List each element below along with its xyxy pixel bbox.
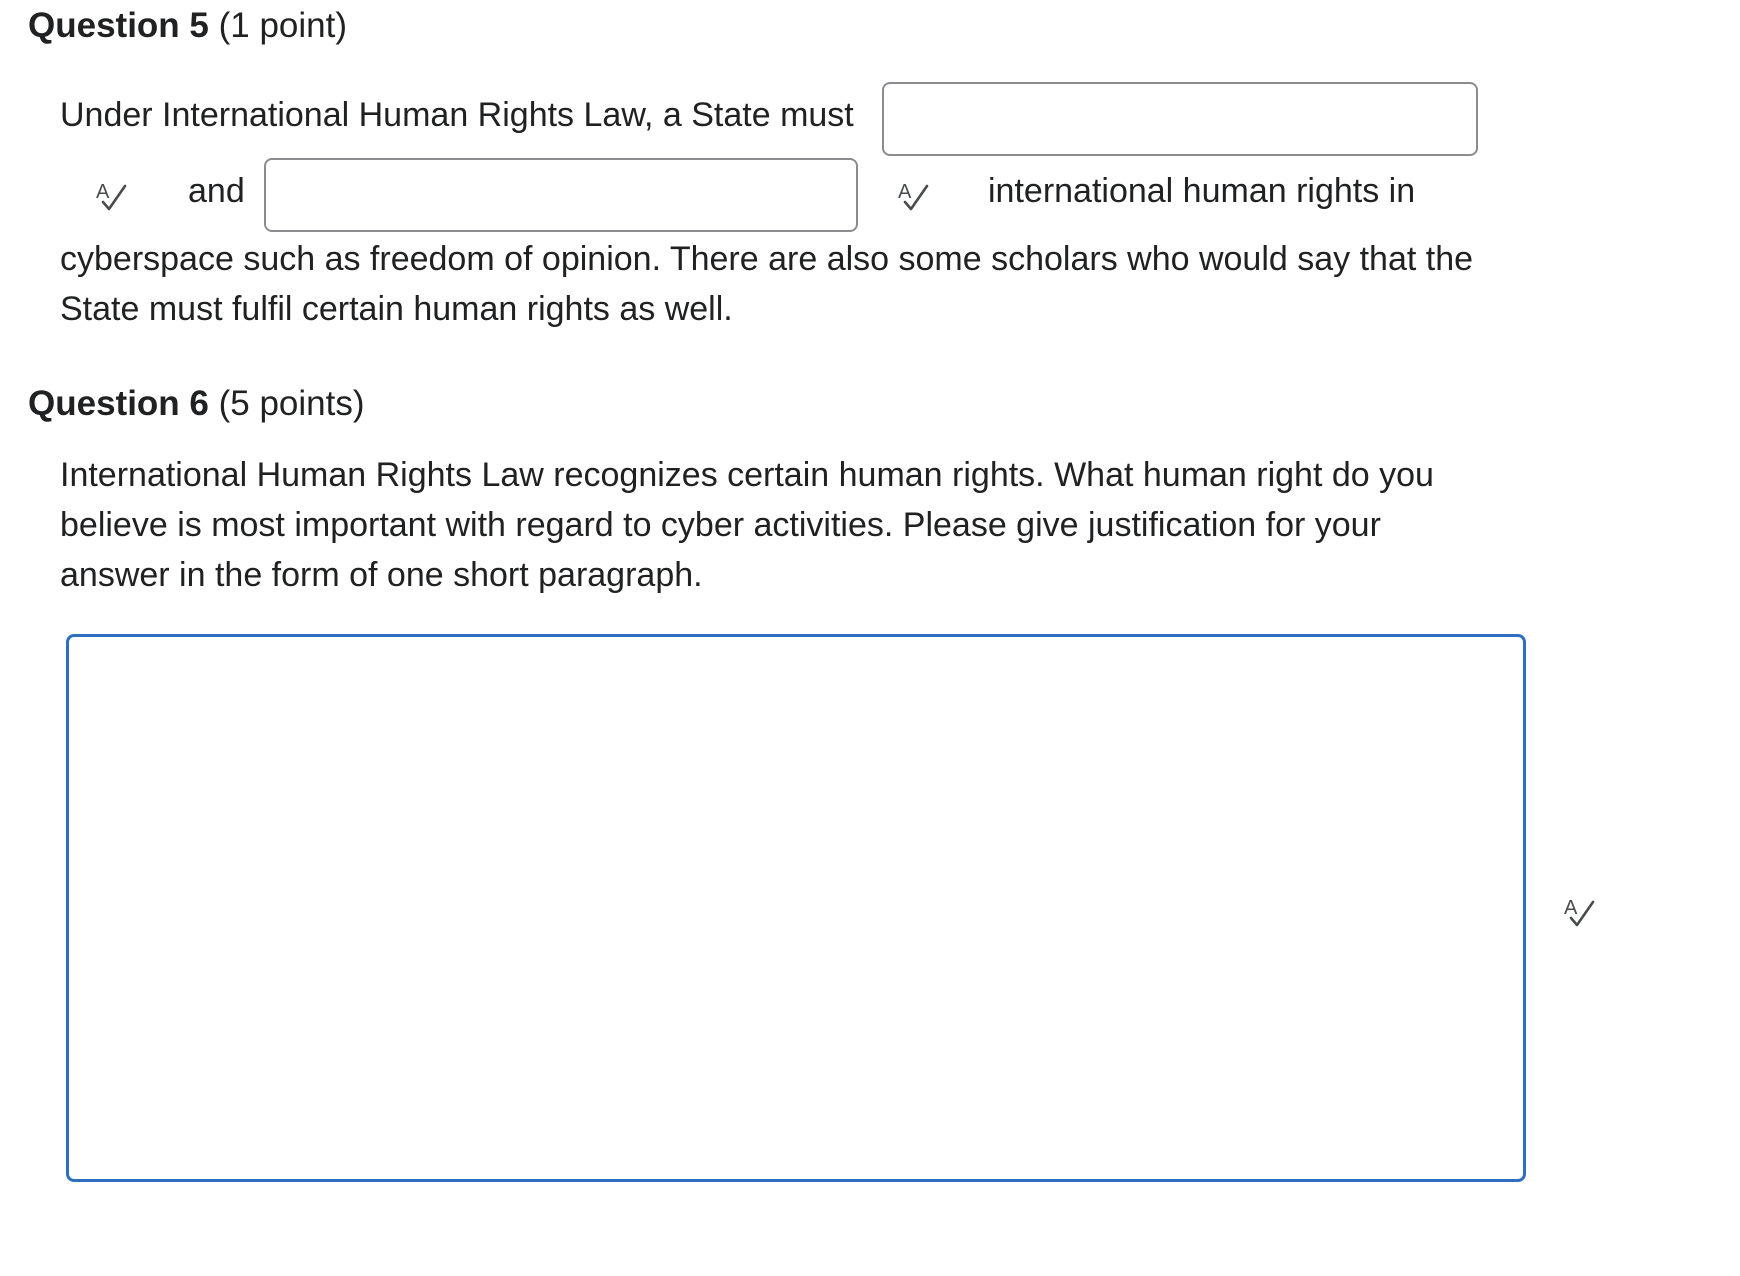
spell-check-icon[interactable]: A	[896, 178, 932, 214]
svg-text:A: A	[96, 181, 110, 203]
question-5-text-line3: cyberspace such as freedom of opinion. T…	[60, 240, 1474, 278]
blank-2-input[interactable]	[264, 158, 858, 232]
question-5-text-after-blanks: international human rights in	[988, 172, 1416, 210]
question-6-text-line1: International Human Rights Law recognize…	[60, 456, 1434, 494]
essay-answer-textarea[interactable]	[66, 634, 1526, 1182]
question-5-heading: Question 5 (1 point)	[28, 4, 347, 48]
blank-1-input[interactable]	[882, 82, 1478, 156]
question-6-title: Question 6	[28, 384, 209, 423]
spell-check-icon[interactable]: A	[1562, 894, 1598, 930]
spell-check-icon[interactable]: A	[94, 178, 130, 214]
question-5-title: Question 5	[28, 6, 209, 45]
question-6-text-line3: answer in the form of one short paragrap…	[60, 556, 703, 594]
question-5-text-line1: Under International Human Rights Law, a …	[60, 96, 854, 134]
question-6-text-line2: believe is most important with regard to…	[60, 506, 1381, 544]
question-5-connector: and	[188, 172, 245, 210]
question-6-points: (5 points)	[218, 384, 365, 423]
question-5-text-line4: State must fulfil certain human rights a…	[60, 290, 733, 328]
svg-text:A: A	[1564, 897, 1578, 919]
svg-text:A: A	[898, 181, 912, 203]
question-5-points: (1 point)	[218, 6, 348, 45]
question-6-heading: Question 6 (5 points)	[28, 382, 365, 426]
